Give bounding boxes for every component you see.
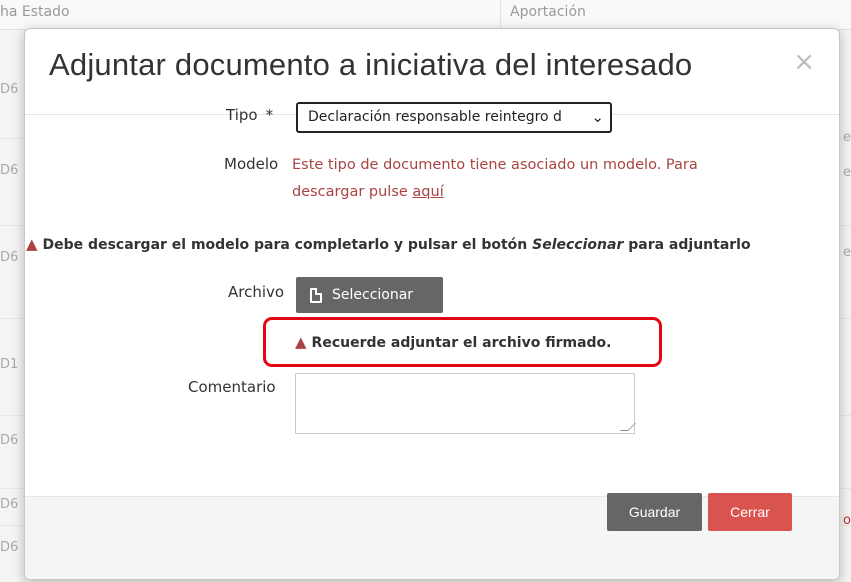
- background-column-estado: ha Estado: [0, 4, 70, 20]
- comentario-label: Comentario: [188, 378, 276, 396]
- select-file-label: Seleccionar: [332, 287, 414, 303]
- background-column-separator: [500, 0, 501, 30]
- background-cell-left: D6: [0, 433, 19, 448]
- download-warning: ▲ Debe descargar el modelo para completar…: [26, 235, 751, 253]
- chevron-down-icon: ⌄: [591, 108, 604, 126]
- warning-suffix: para adjuntarlo: [628, 237, 751, 253]
- modelo-description: Este tipo de documento tiene asociado un…: [292, 152, 762, 206]
- background-cell-left: D1: [0, 357, 19, 372]
- download-model-link[interactable]: aquí: [412, 184, 443, 200]
- background-column-aportacion: Aportación: [510, 4, 586, 20]
- archivo-label: Archivo: [228, 283, 285, 301]
- background-cell-left: D6: [0, 497, 19, 512]
- background-table-header: ha Estado Aportación: [0, 0, 851, 30]
- warning-emphasis: Seleccionar: [532, 237, 624, 253]
- comentario-textarea[interactable]: [295, 373, 636, 434]
- background-cell-right: e: [843, 130, 851, 145]
- background-cell-left: D6: [0, 250, 19, 265]
- background-cell-right: e: [843, 165, 851, 180]
- tipo-select[interactable]: Declaración responsable reintegro d ⌄: [296, 102, 612, 133]
- resize-handle[interactable]: [620, 423, 636, 431]
- warning-triangle-icon: ▲: [26, 235, 38, 253]
- close-icon[interactable]: ×: [793, 49, 815, 75]
- background-cell-right: e: [843, 245, 851, 260]
- reminder-text: Recuerde adjuntar el archivo firmado.: [311, 335, 612, 351]
- tipo-select-value: Declaración responsable reintegro d: [308, 109, 562, 125]
- background-cell-left: D6: [0, 163, 19, 178]
- save-button[interactable]: Guardar: [607, 493, 702, 531]
- modelo-description-text: Este tipo de documento tiene asociado un…: [292, 157, 698, 200]
- tipo-label-text: Tipo: [226, 106, 258, 124]
- warning-prefix: Debe descargar el modelo para completarl…: [42, 237, 528, 253]
- modal-title: Adjuntar documento a iniciativa del inte…: [49, 47, 693, 82]
- warning-triangle-icon: ▲: [295, 333, 307, 351]
- select-file-button[interactable]: Seleccionar: [296, 277, 443, 313]
- background-cell-left: D6: [0, 540, 19, 555]
- required-mark: *: [265, 106, 274, 124]
- signed-file-reminder: ▲ Recuerde adjuntar el archivo firmado.: [295, 333, 611, 351]
- close-button[interactable]: Cerrar: [708, 493, 792, 531]
- background-cell-left: D6: [0, 82, 19, 97]
- file-icon: [310, 287, 322, 303]
- background-cell-right: o: [843, 513, 851, 528]
- modelo-label: Modelo: [224, 155, 279, 173]
- tipo-label: Tipo *: [226, 106, 273, 124]
